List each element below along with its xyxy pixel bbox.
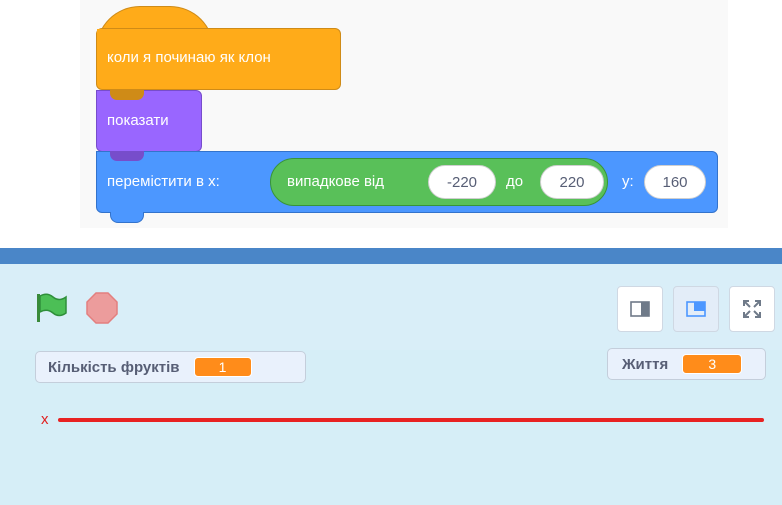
pick-random-label: випадкове від (287, 173, 385, 190)
go-to-x-label: перемістити в x: (107, 173, 220, 190)
monitor-lives: Життя 3 (607, 348, 766, 380)
small-stage-icon (630, 301, 650, 317)
normal-stage-icon (686, 301, 706, 317)
monitor-fruit-count-label: Кількість фруктів (48, 358, 180, 376)
red-line-sprite[interactable] (58, 418, 764, 422)
y-input[interactable]: 160 (644, 165, 706, 199)
random-to-input[interactable]: 220 (540, 165, 604, 199)
hat-block-label: коли я починаю як клон (107, 49, 271, 66)
monitor-fruit-count-value: 1 (193, 357, 252, 377)
line-x-label: x (41, 411, 49, 428)
monitor-fruit-count: Кількість фруктів 1 (35, 351, 306, 383)
show-block-label: показати (107, 112, 169, 129)
random-from-input[interactable]: -220 (428, 165, 496, 199)
monitor-lives-value: 3 (682, 354, 743, 374)
green-flag-icon[interactable] (34, 292, 68, 324)
y-label: y: (622, 173, 634, 190)
fullscreen-button[interactable] (729, 286, 775, 332)
normal-stage-button[interactable] (673, 286, 719, 332)
monitor-lives-label: Життя (622, 355, 669, 373)
small-stage-button[interactable] (617, 286, 663, 332)
stop-icon[interactable] (85, 291, 119, 325)
random-to-label: до (506, 173, 524, 190)
stage-header-bar (0, 248, 782, 264)
fullscreen-icon (743, 300, 761, 318)
